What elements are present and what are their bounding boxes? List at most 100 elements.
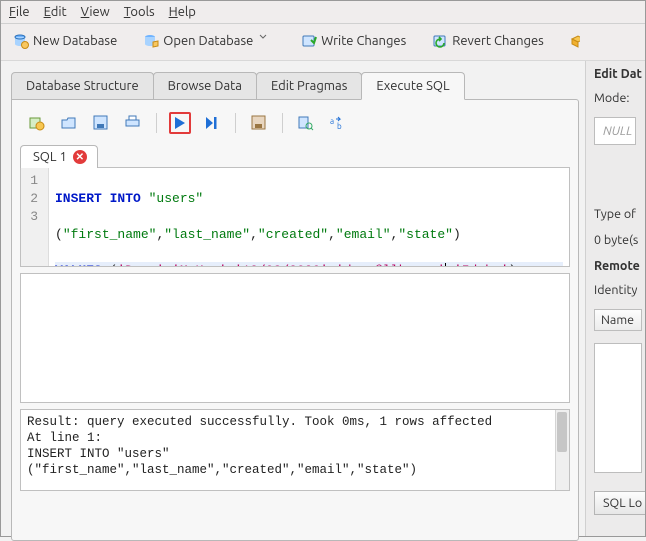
type-label: Type of bbox=[594, 207, 645, 221]
find-button[interactable] bbox=[295, 112, 317, 134]
punct: , bbox=[446, 263, 454, 266]
string: '12/08/2020' bbox=[234, 263, 328, 266]
save-results-button[interactable] bbox=[248, 112, 270, 134]
open-file-button[interactable] bbox=[58, 112, 80, 134]
print-icon bbox=[125, 115, 141, 131]
separator bbox=[282, 113, 283, 133]
punct: , bbox=[328, 263, 336, 266]
code-area[interactable]: INSERT INTO "users" ("first_name","last_… bbox=[49, 168, 569, 266]
svg-text:a: a bbox=[330, 117, 334, 126]
results-log[interactable]: Result: query executed successfully. Too… bbox=[20, 409, 570, 491]
punct: ); bbox=[509, 263, 525, 266]
tab-edit-pragmas[interactable]: Edit Pragmas bbox=[256, 72, 362, 100]
identifier: "users" bbox=[149, 191, 204, 206]
tab-database-structure[interactable]: Database Structure bbox=[11, 72, 154, 100]
identifier: "created" bbox=[258, 227, 328, 242]
sql-log-button[interactable]: SQL Lo bbox=[594, 491, 645, 515]
new-database-button[interactable]: New Database bbox=[9, 30, 121, 52]
execute-sql-panel: ab SQL 1 ✕ 1 2 3 I bbox=[11, 99, 579, 541]
execute-button[interactable] bbox=[169, 112, 191, 134]
menu-view[interactable]: View bbox=[81, 5, 110, 19]
log-line: ("first_name","last_name","created","ema… bbox=[27, 462, 563, 478]
project-open-icon bbox=[570, 33, 580, 49]
open-database-label: Open Database bbox=[163, 34, 253, 48]
identifier: "email" bbox=[336, 227, 391, 242]
punct: , bbox=[250, 227, 258, 242]
keyword: VALUES bbox=[55, 263, 110, 266]
menubar: File Edit View Tools Help bbox=[1, 1, 645, 24]
sql-tab-1[interactable]: SQL 1 ✕ bbox=[20, 145, 98, 168]
menu-help[interactable]: Help bbox=[169, 5, 196, 19]
name-header: Name bbox=[594, 309, 642, 331]
play-icon bbox=[172, 115, 188, 131]
results-table-panel[interactable] bbox=[20, 273, 570, 403]
string: 'Dave' bbox=[117, 263, 164, 266]
scroll-thumb[interactable] bbox=[557, 412, 567, 452]
sql-toolbar: ab bbox=[20, 108, 570, 144]
menu-edit[interactable]: Edit bbox=[44, 5, 67, 19]
revert-changes-label: Revert Changes bbox=[452, 34, 544, 48]
keyword: INSERT INTO bbox=[55, 191, 149, 206]
line-number: 3 bbox=[27, 208, 38, 226]
sql-tab-label: SQL 1 bbox=[33, 150, 67, 164]
string: 'McKay' bbox=[172, 263, 227, 266]
line-number: 2 bbox=[27, 190, 38, 208]
find-icon bbox=[298, 115, 314, 131]
database-open-icon bbox=[143, 33, 159, 49]
write-changes-button[interactable]: Write Changes bbox=[297, 30, 410, 52]
open-database-button[interactable]: Open Database bbox=[139, 30, 279, 52]
bytes-label: 0 byte(s bbox=[594, 233, 645, 247]
save-results-icon bbox=[251, 115, 267, 131]
write-changes-icon bbox=[301, 33, 317, 49]
new-database-label: New Database bbox=[33, 34, 117, 48]
scrollbar-vertical[interactable] bbox=[555, 410, 569, 490]
save-file-button[interactable] bbox=[90, 112, 112, 134]
svg-text:b: b bbox=[337, 122, 342, 131]
close-icon[interactable]: ✕ bbox=[73, 150, 87, 164]
string: 'Idaho' bbox=[454, 263, 509, 266]
sidebar-title-remote: Remote bbox=[594, 259, 645, 273]
revert-changes-button[interactable]: Revert Changes bbox=[428, 30, 548, 52]
punct: ) bbox=[453, 227, 461, 242]
new-tab-icon bbox=[29, 115, 45, 131]
identifier: "last_name" bbox=[164, 227, 250, 242]
separator bbox=[235, 113, 236, 133]
open-project-button[interactable] bbox=[566, 30, 584, 52]
line-number: 1 bbox=[27, 172, 38, 190]
save-icon bbox=[93, 115, 109, 131]
log-line: At line 1: bbox=[27, 430, 563, 446]
mode-label: Mode: bbox=[594, 91, 645, 105]
execute-line-button[interactable] bbox=[201, 112, 223, 134]
revert-changes-icon bbox=[432, 33, 448, 49]
identifier: "first_name" bbox=[63, 227, 157, 242]
punct: , bbox=[164, 263, 172, 266]
database-new-icon bbox=[13, 33, 29, 49]
tab-browse-data[interactable]: Browse Data bbox=[153, 72, 257, 100]
main-toolbar: New Database Open Database Write Changes… bbox=[1, 24, 645, 61]
identifier: "state" bbox=[398, 227, 453, 242]
folder-open-icon bbox=[61, 115, 77, 131]
replace-icon: ab bbox=[330, 115, 346, 131]
play-to-end-icon bbox=[204, 115, 220, 131]
print-button[interactable] bbox=[122, 112, 144, 134]
write-changes-label: Write Changes bbox=[321, 34, 406, 48]
find-replace-button[interactable]: ab bbox=[327, 112, 349, 134]
sql-editor[interactable]: 1 2 3 INSERT INTO "users" ("first_name",… bbox=[20, 167, 570, 267]
cell-value-box[interactable]: NULL bbox=[594, 117, 636, 145]
right-sidebar: Edit Dat Mode: NULL Type of 0 byte(s Rem… bbox=[585, 61, 645, 536]
menu-tools[interactable]: Tools bbox=[124, 5, 155, 19]
separator bbox=[156, 113, 157, 133]
new-tab-button[interactable] bbox=[26, 112, 48, 134]
line-gutter: 1 2 3 bbox=[21, 168, 49, 266]
main-tabs: Database Structure Browse Data Edit Prag… bbox=[11, 71, 579, 541]
punct: , bbox=[328, 227, 336, 242]
tab-execute-sql[interactable]: Execute SQL bbox=[361, 72, 464, 100]
dropdown-arrow-icon[interactable] bbox=[259, 33, 275, 49]
string: 'dave@llk.com' bbox=[336, 263, 445, 266]
log-line: INSERT INTO "users" bbox=[27, 446, 563, 462]
sidebar-title-edit-cell: Edit Dat bbox=[594, 67, 645, 81]
remote-list[interactable] bbox=[594, 343, 642, 473]
punct: ( bbox=[55, 227, 63, 242]
menu-file[interactable]: File bbox=[9, 5, 30, 19]
identity-label: Identity bbox=[594, 283, 645, 297]
